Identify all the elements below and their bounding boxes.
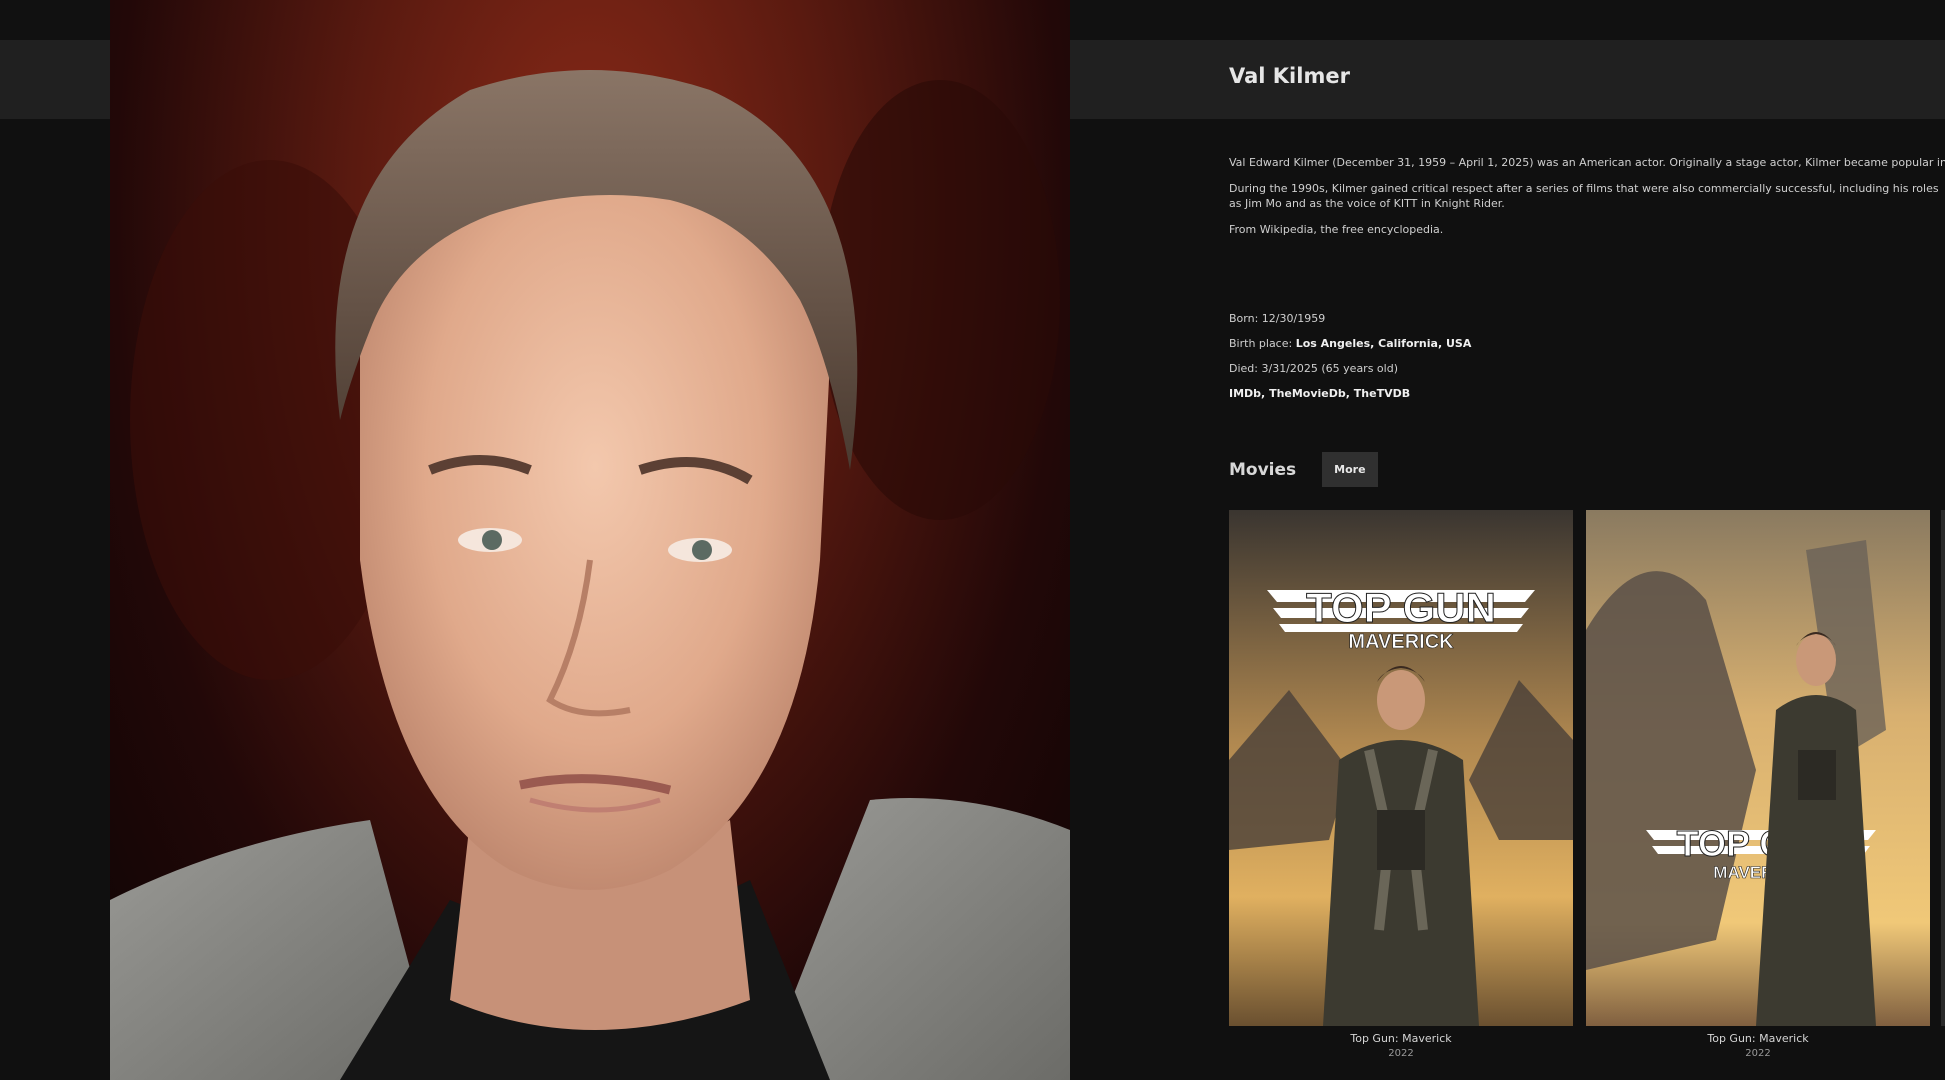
person-facts: Born: 12/30/1959 Birth place: Los Angele… bbox=[1229, 312, 1471, 412]
movie-title[interactable]: Top Gun: Maverick bbox=[1586, 1032, 1930, 1045]
link-separator: , bbox=[1261, 387, 1270, 400]
died-value: 3/31/2025 (65 years old) bbox=[1261, 362, 1398, 375]
birthplace-label: Birth place: bbox=[1229, 337, 1293, 350]
died-label: Died: bbox=[1229, 362, 1258, 375]
movie-card[interactable]: TOP GUN MAVERICK Top Gun: Maverick 2022 bbox=[1586, 510, 1930, 1059]
movie-year: 2022 bbox=[1745, 1048, 1771, 1059]
movie-poster[interactable]: TOP GUN MAVERICK bbox=[1229, 510, 1573, 1026]
overview-paragraph: During the 1990s, Kilmer gained critical… bbox=[1229, 182, 1939, 210]
movie-poster[interactable]: TOP GUN MAVERICK bbox=[1586, 510, 1930, 1026]
movies-section-title: Movies bbox=[1229, 459, 1297, 480]
person-overview: Val Edward Kilmer (December 31, 1959 – A… bbox=[1229, 155, 1945, 248]
birthplace-fact: Birth place: Los Angeles, California, US… bbox=[1229, 337, 1471, 350]
movie-title[interactable]: Top Gun: Maverick bbox=[1229, 1032, 1573, 1045]
link-separator: , bbox=[1345, 387, 1354, 400]
overview-source: From Wikipedia, the free encyclopedia. bbox=[1229, 223, 1444, 236]
themoviedb-link[interactable]: TheMovieDb bbox=[1269, 387, 1346, 400]
movie-year: 2022 bbox=[1388, 1048, 1414, 1059]
movie-card-partial[interactable] bbox=[1941, 510, 1945, 1026]
person-name: Val Kilmer bbox=[1229, 64, 1350, 88]
movies-section-header: Movies More bbox=[1229, 452, 1378, 487]
movie-card[interactable]: TOP GUN MAVERICK Top Gun: Maverick 2022 bbox=[1229, 510, 1573, 1059]
born-fact: Born: 12/30/1959 bbox=[1229, 312, 1471, 325]
birthplace-link[interactable]: Los Angeles, California, USA bbox=[1296, 337, 1472, 350]
died-fact: Died: 3/31/2025 (65 years old) bbox=[1229, 362, 1471, 375]
poster-logo-subtext: MAVERICK bbox=[1348, 631, 1454, 653]
imdb-link[interactable]: IMDb bbox=[1229, 387, 1261, 400]
more-button[interactable]: More bbox=[1322, 452, 1378, 487]
poster-logo-text: TOP GUN bbox=[1306, 584, 1496, 631]
thetvdb-link[interactable]: TheTVDB bbox=[1354, 387, 1410, 400]
overview-paragraph: Val Edward Kilmer (December 31, 1959 – A… bbox=[1229, 156, 1945, 169]
person-portrait bbox=[110, 0, 1070, 1080]
born-value: 12/30/1959 bbox=[1261, 312, 1326, 325]
born-label: Born: bbox=[1229, 312, 1259, 325]
external-links: IMDb, TheMovieDb, TheTVDB bbox=[1229, 387, 1471, 400]
